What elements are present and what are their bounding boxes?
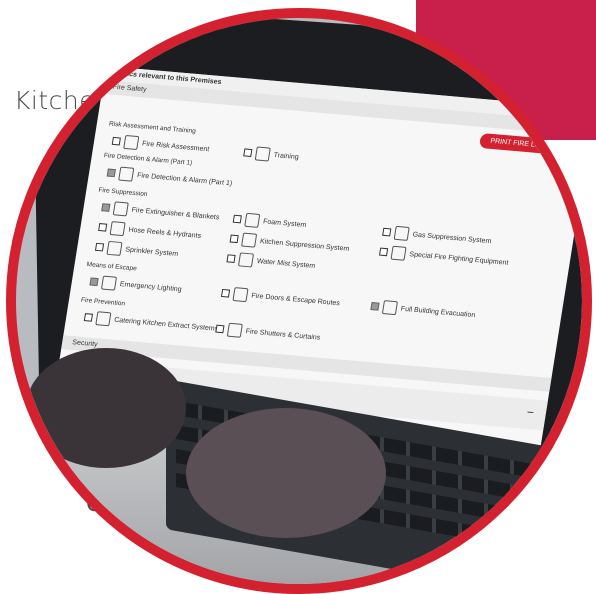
- item-label: Full Building Evacuation: [400, 305, 476, 319]
- checkbox[interactable]: [83, 313, 94, 322]
- collapse-icon-2[interactable]: −: [526, 405, 535, 419]
- checkbox[interactable]: [378, 247, 389, 257]
- item-label: Water Mist System: [256, 257, 316, 270]
- checkbox[interactable]: [106, 168, 116, 178]
- item-training[interactable]: Training: [243, 145, 300, 164]
- foam-icon: [244, 212, 261, 228]
- door-icon: [232, 287, 249, 303]
- item-label: Foam System: [262, 217, 307, 229]
- group-risk: Risk Assessment and Training: [108, 120, 197, 136]
- left-hand: [26, 348, 186, 468]
- right-hand: [186, 408, 386, 538]
- item-label: Fire Shutters & Curtains: [245, 327, 321, 342]
- exit-icon: [381, 300, 398, 316]
- light-icon: [100, 275, 118, 291]
- item-detection-alarm[interactable]: Fire Detection & Alarm (Part 1): [106, 166, 233, 191]
- item-shutters[interactable]: Fire Shutters & Curtains: [215, 322, 322, 345]
- kitchen-suppression-icon: [241, 232, 258, 248]
- checkbox[interactable]: [229, 234, 239, 244]
- extinguisher-icon: [112, 201, 129, 217]
- item-label: Fire Doors & Escape Routes: [250, 292, 341, 307]
- item-label: Gas Suppression System: [412, 230, 492, 245]
- item-hose[interactable]: Hose Reels & Hydrants: [98, 220, 203, 243]
- checkbox[interactable]: [220, 288, 231, 298]
- gas-icon: [393, 225, 410, 241]
- clipboard-icon: [123, 134, 140, 151]
- alarm-icon: [118, 166, 135, 182]
- item-fire-doors[interactable]: Fire Doors & Escape Routes: [220, 286, 340, 310]
- water-mist-icon: [237, 252, 255, 268]
- shutter-icon: [226, 322, 243, 338]
- checkbox[interactable]: [243, 148, 253, 157]
- checkbox[interactable]: [94, 242, 105, 252]
- group-escape: Means of Escape: [86, 261, 138, 273]
- item-fire-risk[interactable]: Fire Risk Assessment: [111, 134, 210, 156]
- item-catering[interactable]: Catering Kitchen Extract Systems: [83, 310, 219, 336]
- checkbox[interactable]: [370, 302, 380, 311]
- item-water-mist[interactable]: Water Mist System: [226, 251, 316, 273]
- security-title: Security: [71, 339, 99, 349]
- checkbox[interactable]: [89, 277, 99, 287]
- item-label: Special Fire Fighting Equipment: [408, 250, 509, 267]
- extract-icon: [95, 311, 112, 327]
- item-sprinkler[interactable]: Sprinkler System: [94, 240, 179, 261]
- item-label: Fire Extinguisher & Blankets: [131, 206, 220, 221]
- sprinkler-icon: [106, 240, 123, 256]
- item-foam[interactable]: Foam System: [232, 212, 307, 232]
- hose-reel-icon: [109, 221, 126, 237]
- item-label: Fire Risk Assessment: [141, 139, 210, 153]
- checkbox[interactable]: [226, 254, 236, 263]
- group-suppression: Fire Suppression: [97, 186, 148, 199]
- checkbox[interactable]: [215, 324, 225, 334]
- axe-icon: [390, 245, 407, 261]
- item-special[interactable]: Special Fire Fighting Equipment: [378, 245, 510, 270]
- item-evacuation[interactable]: Full Building Evacuation: [370, 299, 477, 322]
- item-emergency-lighting[interactable]: Emergency Lighting: [89, 274, 183, 296]
- item-label: Sprinkler System: [124, 245, 179, 258]
- checkbox[interactable]: [111, 136, 121, 146]
- item-label: Training: [273, 151, 300, 161]
- item-label: Fire Detection & Alarm (Part 1): [136, 171, 233, 187]
- checkbox[interactable]: [382, 227, 392, 237]
- checkbox[interactable]: [232, 214, 242, 224]
- photo-circle: Topics relevant to this Premises Fire Sa…: [6, 8, 592, 594]
- checkbox[interactable]: [98, 223, 108, 232]
- item-label: Kitchen Suppression System: [259, 237, 350, 253]
- graduation-cap-icon: [254, 146, 271, 162]
- item-label: Emergency Lighting: [119, 280, 183, 293]
- item-gas[interactable]: Gas Suppression System: [382, 225, 493, 248]
- group-prevention: Fire Prevention: [80, 296, 126, 308]
- group-detection: Fire Detection & Alarm (Part 1): [103, 152, 193, 167]
- checkbox[interactable]: [101, 203, 111, 212]
- item-label: Hose Reels & Hydrants: [128, 226, 202, 240]
- collapse-icon[interactable]: −: [574, 122, 582, 133]
- section-title: Fire Safety: [112, 83, 148, 94]
- print-fire-log-book-button[interactable]: PRINT FIRE LOG BOOK: [479, 132, 579, 157]
- item-label: Catering Kitchen Extract Systems: [113, 316, 219, 333]
